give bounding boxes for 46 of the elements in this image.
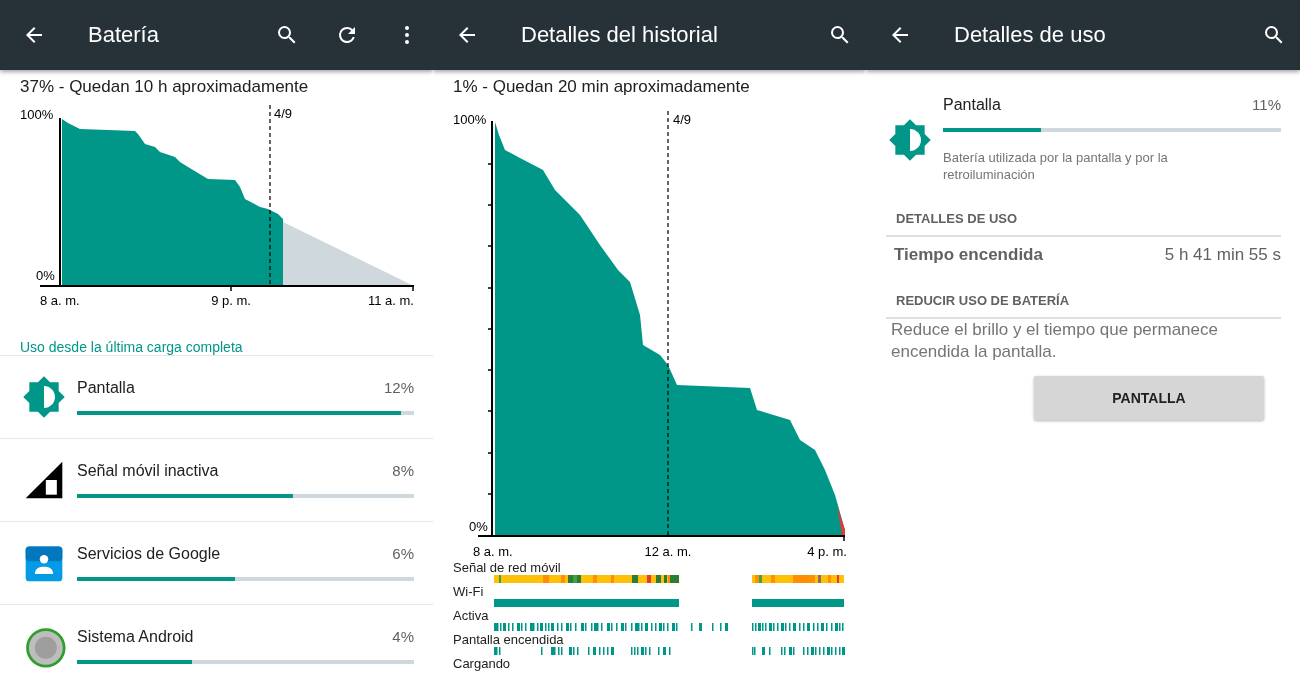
- item-name: Servicios de Google: [77, 545, 221, 563]
- battery-status-text: 1% - Quedan 20 min aproximadamente: [452, 76, 751, 98]
- date-marker-label: 4/9: [274, 106, 293, 121]
- axis-label: 9 p. m.: [211, 293, 251, 308]
- usage-list-item[interactable]: Servicios de Google 6%: [0, 522, 433, 605]
- section-link[interactable]: Uso desde la última carga completa: [0, 314, 433, 356]
- battery-status-text: 37% - Quedan 10 h aproximadamente: [19, 76, 310, 97]
- display-settings-button[interactable]: PANTALLA: [1034, 376, 1264, 420]
- item-percent: 6%: [392, 545, 414, 562]
- brightness-icon: [888, 117, 932, 162]
- timeline-label: Señal de red móvil: [453, 561, 562, 575]
- usage-list-item[interactable]: Sistema Android 4%: [0, 605, 433, 683]
- section-heading: DETALLES DE USO: [886, 211, 1281, 237]
- usage-list-item[interactable]: Señal móvil inactiva 8%: [0, 439, 433, 522]
- screen-title: Detalles del historial: [521, 22, 718, 48]
- timeline-label: Wi-Fi: [453, 585, 485, 599]
- tip-text: Reduce el brillo y el tiempo que permanece encendida la pantalla.: [891, 319, 1219, 363]
- stat-value: 5 h 41 min 55 s: [1164, 245, 1281, 265]
- timeline-label: Pantalla encendida: [453, 633, 565, 647]
- screen-title: Batería: [88, 22, 159, 48]
- stat-label: Tiempo encendida: [894, 245, 1043, 265]
- screen-title: Detalles de uso: [954, 22, 1106, 48]
- item-description: Batería utilizada por la pantalla y por la retroiluminación: [943, 149, 1169, 183]
- timeline-label: Activa: [453, 609, 490, 623]
- axis-label: 100%: [20, 107, 54, 122]
- brightness-icon: [22, 375, 66, 419]
- item-percent: 8%: [392, 462, 414, 479]
- item-name: Pantalla: [77, 379, 135, 397]
- usage-list-item[interactable]: Pantalla 12%: [0, 356, 433, 439]
- axis-label: 8 a. m.: [40, 293, 80, 308]
- timeline-label: Cargando: [453, 657, 512, 671]
- axis-label: 4 p. m.: [807, 544, 847, 559]
- axis-label: 11 a. m.: [368, 293, 414, 308]
- item-name: Señal móvil inactiva: [77, 462, 219, 480]
- item-percent: 12%: [383, 379, 414, 396]
- date-marker-label: 4/9: [673, 112, 692, 127]
- axis-label: 0%: [36, 268, 55, 283]
- axis-label: 12 a. m.: [644, 544, 692, 559]
- item-percent: 11%: [1252, 96, 1281, 113]
- axis-label: 0%: [469, 519, 488, 534]
- item-percent: 4%: [392, 628, 414, 645]
- axis-label: 100%: [453, 112, 487, 127]
- axis-label: 8 a. m.: [473, 544, 513, 559]
- section-heading: REDUCIR USO DE BATERÍA: [886, 293, 1281, 319]
- item-name: Pantalla: [943, 96, 1001, 114]
- item-name: Sistema Android: [77, 628, 194, 646]
